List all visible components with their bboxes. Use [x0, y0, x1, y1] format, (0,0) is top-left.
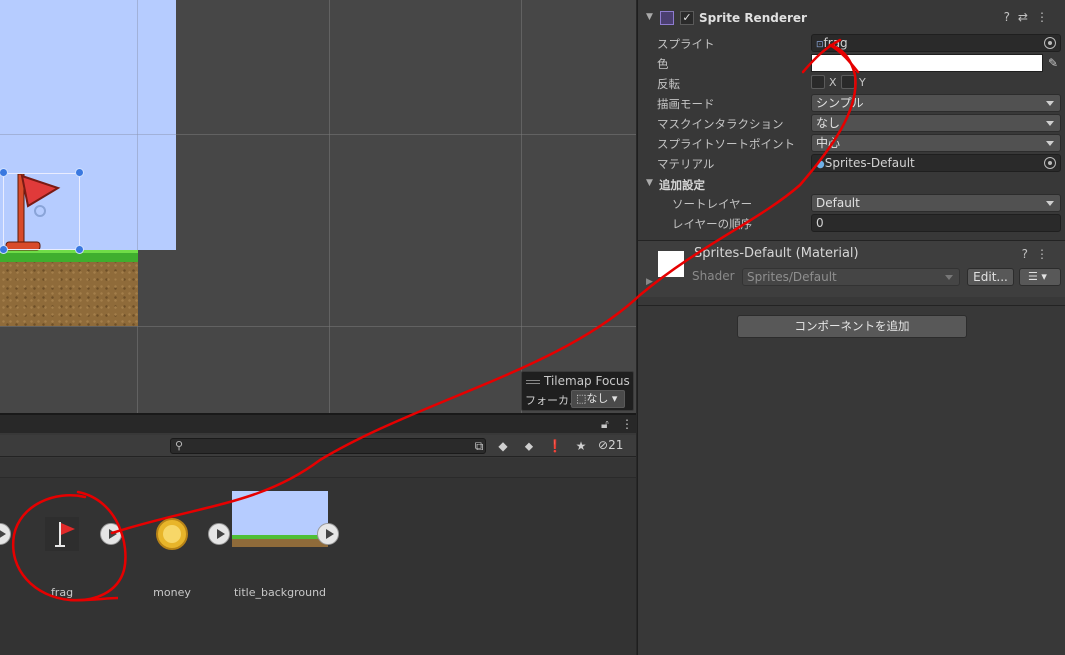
mask-interaction-dropdown[interactable]: なし — [811, 114, 1061, 132]
material-section: ▶ Sprites-Default (Material) ?⋮ Shader S… — [638, 241, 1065, 297]
expand-play-icon[interactable] — [100, 523, 122, 545]
breadcrumb — [0, 458, 636, 478]
favorite-star-icon[interactable]: ★ — [570, 438, 592, 454]
group-title: 追加設定 — [659, 178, 705, 192]
prop-order-in-layer: レイヤーの順序 0 — [638, 213, 1065, 233]
component-header-icons[interactable]: ?⇄⋮ — [1004, 10, 1056, 24]
eye-slash-icon: ⊘ — [598, 438, 609, 452]
dirt-tiles — [0, 262, 138, 326]
import-log-icon[interactable]: ❗ — [544, 438, 566, 454]
flip-x-checkbox[interactable] — [811, 75, 825, 89]
color-swatch[interactable] — [811, 54, 1043, 72]
add-component-button[interactable]: コンポーネントを追加 — [737, 315, 967, 338]
prop-label: レイヤーの順序 — [672, 217, 753, 231]
tilemap-focus-title: Tilemap Focus — [526, 374, 630, 388]
more-icon[interactable]: ⋮ — [621, 417, 633, 431]
material-header-icons[interactable]: ?⋮ — [1022, 247, 1056, 261]
prop-label: スプライトソートポイント — [657, 137, 795, 151]
chevron-down-icon: ▾ — [611, 392, 618, 405]
prop-draw-mode: 描画モード シンプル — [638, 93, 1065, 113]
fold-arrow-icon[interactable]: ▼ — [646, 178, 653, 188]
material-preview — [658, 251, 684, 277]
lock-icon[interactable]: 🔓︎ — [601, 417, 609, 432]
filter-by-label-icon[interactable]: ⬥ — [518, 438, 540, 454]
edit-shader-button[interactable]: Edit... — [967, 268, 1014, 286]
asset-name: money — [153, 586, 191, 599]
fold-arrow-icon[interactable]: ▼ — [646, 12, 653, 22]
search-input[interactable]: ⚲ — [170, 438, 486, 454]
focus-dropdown[interactable]: ⬚なし ▾ — [571, 390, 625, 408]
inspector-panel: ▼ ✓ Sprite Renderer ?⇄⋮ スプライト ⊡frag 色 ✎ … — [637, 0, 1065, 655]
sprite-renderer-header[interactable]: ▼ ✓ Sprite Renderer ?⇄⋮ — [638, 8, 1065, 30]
resize-handle[interactable] — [75, 168, 84, 177]
flip-x-label: X — [829, 76, 837, 89]
project-tab-bar: 🔓︎ ⋮ — [0, 415, 636, 433]
resize-handle[interactable] — [75, 245, 84, 254]
material-icon: ● — [816, 159, 825, 170]
sprite-renderer-icon — [660, 11, 674, 25]
prop-label: マスクインタラクション — [657, 117, 784, 131]
prop-sorting-layer: ソートレイヤー Default — [638, 193, 1065, 213]
asset-item-money[interactable]: money — [148, 508, 196, 599]
shader-dropdown[interactable]: Sprites/Default — [742, 268, 960, 286]
asset-name: title_background — [233, 586, 327, 599]
prop-flip: 反転 X Y — [638, 73, 1065, 93]
project-panel: 🔓︎ ⋮ ⚲ ⧉ ◆ ⬥ ❗ ★ ⊘21 frag money title_ba… — [0, 413, 636, 655]
object-picker-icon[interactable] — [1044, 37, 1056, 49]
draw-mode-dropdown[interactable]: シンプル — [811, 94, 1061, 112]
material-title: Sprites-Default (Material) — [694, 246, 859, 261]
prop-sort-point: スプライトソートポイント 中心 — [638, 133, 1065, 153]
unity-editor: Tilemap Focus フォーカス ⬚なし ▾ 🔓︎ ⋮ ⚲ ⧉ ◆ ⬥ ❗… — [0, 0, 1065, 655]
search-by-type-icon[interactable]: ⧉ — [468, 438, 490, 454]
shader-label: Shader — [692, 269, 735, 283]
shader-options-button[interactable]: ☰ ▾ — [1019, 268, 1061, 286]
flip-y-label: Y — [859, 76, 866, 89]
prop-label: 反転 — [657, 77, 680, 91]
prop-mask-interaction: マスクインタラクション なし — [638, 113, 1065, 133]
order-in-layer-input[interactable]: 0 — [811, 214, 1061, 232]
prop-material: マテリアル ●Sprites-Default — [638, 153, 1065, 173]
component-title: Sprite Renderer — [699, 11, 807, 25]
project-toolbar: ⚲ ⧉ ◆ ⬥ ❗ ★ ⊘21 — [0, 435, 636, 457]
expand-play-icon[interactable] — [208, 523, 230, 545]
expand-play-icon[interactable] — [0, 523, 11, 545]
sprite-field[interactable]: ⊡frag — [811, 34, 1061, 52]
hidden-packages-toggle[interactable]: ⊘21 — [598, 438, 623, 452]
sprite-icon: ⊡ — [816, 40, 824, 50]
material-field[interactable]: ●Sprites-Default — [811, 154, 1061, 172]
select-rect-icon: ⬚ — [576, 392, 587, 405]
prop-sprite: スプライト ⊡frag — [638, 33, 1065, 53]
prop-color: 色 ✎ — [638, 53, 1065, 73]
asset-item-title-background[interactable]: title_background — [232, 491, 328, 599]
divider — [638, 305, 1065, 306]
fold-arrow-icon[interactable]: ▶ — [646, 277, 653, 287]
prop-label: マテリアル — [657, 157, 715, 171]
filter-by-type-icon[interactable]: ◆ — [492, 438, 514, 454]
tilemap-focus-overlay: Tilemap Focus フォーカス ⬚なし ▾ — [521, 371, 634, 411]
flag-thumbnail — [45, 517, 79, 551]
asset-grid: frag money title_background — [0, 478, 636, 655]
grip-icon[interactable] — [526, 379, 540, 384]
object-picker-icon[interactable] — [1044, 157, 1056, 169]
sorting-layer-dropdown[interactable]: Default — [811, 194, 1061, 212]
flip-y-checkbox[interactable] — [841, 75, 855, 89]
prop-label: スプライト — [657, 37, 715, 51]
eyedropper-icon[interactable]: ✎ — [1048, 56, 1058, 70]
pivot-handle[interactable] — [34, 205, 46, 217]
asset-name: frag — [50, 586, 74, 599]
background-thumbnail — [232, 491, 328, 547]
prop-label: 色 — [657, 57, 669, 71]
prop-label: 描画モード — [657, 97, 715, 111]
search-icon: ⚲ — [175, 439, 184, 452]
sort-point-dropdown[interactable]: 中心 — [811, 134, 1061, 152]
asset-item-frag[interactable]: frag — [38, 508, 86, 599]
additional-settings-header[interactable]: ▼ 追加設定 — [638, 174, 1065, 194]
expand-play-icon[interactable] — [317, 523, 339, 545]
prop-label: ソートレイヤー — [672, 197, 753, 211]
coin-thumbnail — [156, 518, 188, 550]
component-enabled-checkbox[interactable]: ✓ — [680, 11, 694, 25]
scene-view[interactable]: Tilemap Focus フォーカス ⬚なし ▾ — [0, 0, 636, 413]
